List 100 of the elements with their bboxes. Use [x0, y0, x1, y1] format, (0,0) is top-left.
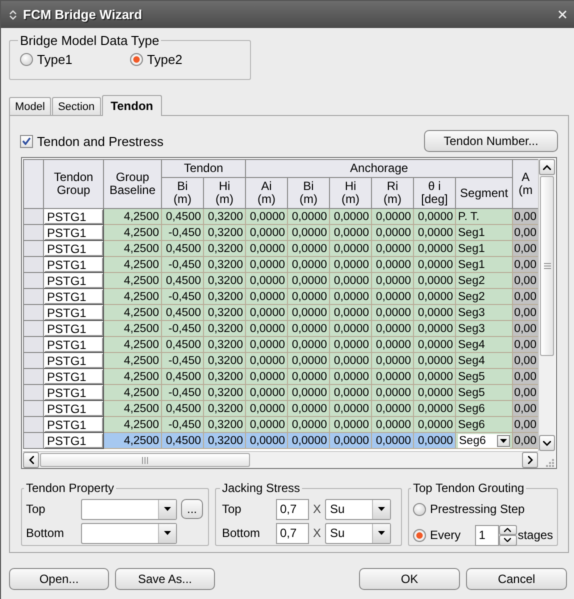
table-cell: 0,00 [512, 304, 538, 320]
row-header[interactable] [24, 272, 44, 288]
table-cell: 0,0000 [372, 336, 414, 352]
table-cell: 0,0000 [288, 304, 330, 320]
input-field[interactable]: 0,7 [276, 498, 309, 520]
row-header[interactable] [24, 304, 44, 320]
scroll-left-button[interactable] [23, 452, 39, 468]
input-field[interactable]: 0,7 [276, 522, 309, 544]
tab[interactable]: Model [9, 97, 51, 115]
row-header[interactable] [24, 320, 44, 336]
dropdown[interactable]: Su [325, 498, 392, 520]
table-cell: -0,450 [162, 256, 204, 272]
table-cell: 0,0000 [246, 400, 288, 416]
radio-button[interactable] [413, 528, 426, 542]
table-cell: 0,0000 [414, 224, 456, 240]
column-group-header: Anchorage [246, 160, 513, 178]
radio-button[interactable] [20, 53, 33, 66]
table-cell: Seg1 [456, 240, 513, 256]
table-cell: -0,450 [162, 320, 204, 336]
column-header: Bi (m) [288, 178, 330, 208]
table-cell: 0,00 [512, 336, 538, 352]
row-header[interactable] [24, 352, 44, 368]
table-cell: PSTG1 [44, 384, 104, 400]
table-cell: 0,0000 [372, 368, 414, 384]
dropdown[interactable] [81, 522, 177, 544]
row-header[interactable] [24, 256, 44, 272]
table-cell: 0,0000 [330, 400, 372, 416]
table-cell: 0,0000 [288, 400, 330, 416]
table-cell: 0,00 [512, 352, 538, 368]
table-cell: -0,450 [162, 416, 204, 432]
radio-button[interactable] [413, 502, 426, 516]
dropdown-button[interactable] [497, 434, 510, 446]
column-group-header: Tendon [162, 160, 246, 178]
table-cell: 0,3200 [204, 400, 246, 416]
scroll-thumb[interactable] [540, 176, 554, 356]
scroll-up-button[interactable] [539, 159, 555, 175]
column-header: Ri (m) [372, 178, 414, 208]
row-header[interactable] [24, 208, 44, 224]
table-cell: 0,0000 [246, 416, 288, 432]
table-cell: 0,0000 [372, 224, 414, 240]
table-cell: 0,0000 [330, 304, 372, 320]
resize-grip-icon[interactable] [545, 458, 555, 468]
dropdown[interactable]: Su [325, 522, 392, 544]
dropdown[interactable] [81, 498, 177, 520]
dialog-button[interactable]: Save As... [115, 568, 215, 590]
table-cell: 0,0000 [372, 352, 414, 368]
field-label: Top [222, 502, 242, 516]
header-corner [24, 160, 44, 208]
table-cell: -0,450 [162, 288, 204, 304]
dialog-button[interactable]: OK [359, 568, 460, 590]
row-header[interactable] [24, 240, 44, 256]
row-header[interactable] [24, 416, 44, 432]
tendon-number-button[interactable]: Tendon Number... [424, 130, 558, 152]
table-cell: 0,3200 [204, 208, 246, 224]
table-cell: 4,2500 [104, 400, 162, 416]
table-cell: 0,0000 [288, 240, 330, 256]
table-cell: 0,4500 [162, 304, 204, 320]
table-cell: Seg1 [456, 256, 513, 272]
updown-arrows-icon[interactable] [9, 10, 17, 20]
table-cell: 0,3200 [204, 224, 246, 240]
spin-buttons[interactable] [498, 524, 517, 546]
group-title: Bridge Model Data Type [19, 33, 160, 48]
row-header[interactable] [24, 224, 44, 240]
number-field[interactable]: 1 [474, 524, 499, 546]
table-cell: 4,2500 [104, 240, 162, 256]
dialog-button[interactable]: Open... [9, 568, 109, 590]
vertical-scrollbar[interactable] [538, 159, 555, 451]
scroll-right-button[interactable] [522, 452, 538, 468]
row-header[interactable] [24, 400, 44, 416]
table-cell: 0,4500 [162, 368, 204, 384]
table-cell: 0,0000 [246, 352, 288, 368]
dialog-button[interactable]: Cancel [466, 568, 567, 590]
tab[interactable]: Tendon [102, 95, 162, 116]
field-label: Top [26, 502, 46, 516]
row-header[interactable] [24, 336, 44, 352]
table-cell: 4,2500 [104, 416, 162, 432]
checkbox[interactable] [20, 134, 33, 148]
group-title: Jacking Stress [221, 481, 302, 495]
table-cell: 0,0000 [372, 400, 414, 416]
table-cell: 0,0000 [246, 240, 288, 256]
column-header: Hi (m) [204, 178, 246, 208]
close-icon[interactable] [558, 10, 567, 19]
browse-button[interactable]: ... [181, 499, 203, 519]
table-cell: 0,0000 [414, 256, 456, 272]
tab[interactable]: Section [52, 97, 101, 115]
table-cell: 0,3200 [204, 384, 246, 400]
radio-button[interactable] [130, 53, 143, 66]
scroll-thumb[interactable] [40, 453, 250, 467]
table-cell: 0,00 [512, 256, 538, 272]
horizontal-scrollbar[interactable] [23, 451, 538, 468]
table-cell: 0,4500 [162, 208, 204, 224]
row-header[interactable] [24, 384, 44, 400]
table-cell: PSTG1 [44, 240, 104, 256]
table-cell: 0,0000 [414, 368, 456, 384]
table-cell: 0,00 [512, 224, 538, 240]
table-cell: 0,3200 [204, 272, 246, 288]
grip-icon [142, 456, 148, 464]
row-header[interactable] [24, 288, 44, 304]
row-header[interactable] [24, 368, 44, 384]
scroll-down-button[interactable] [539, 435, 555, 451]
